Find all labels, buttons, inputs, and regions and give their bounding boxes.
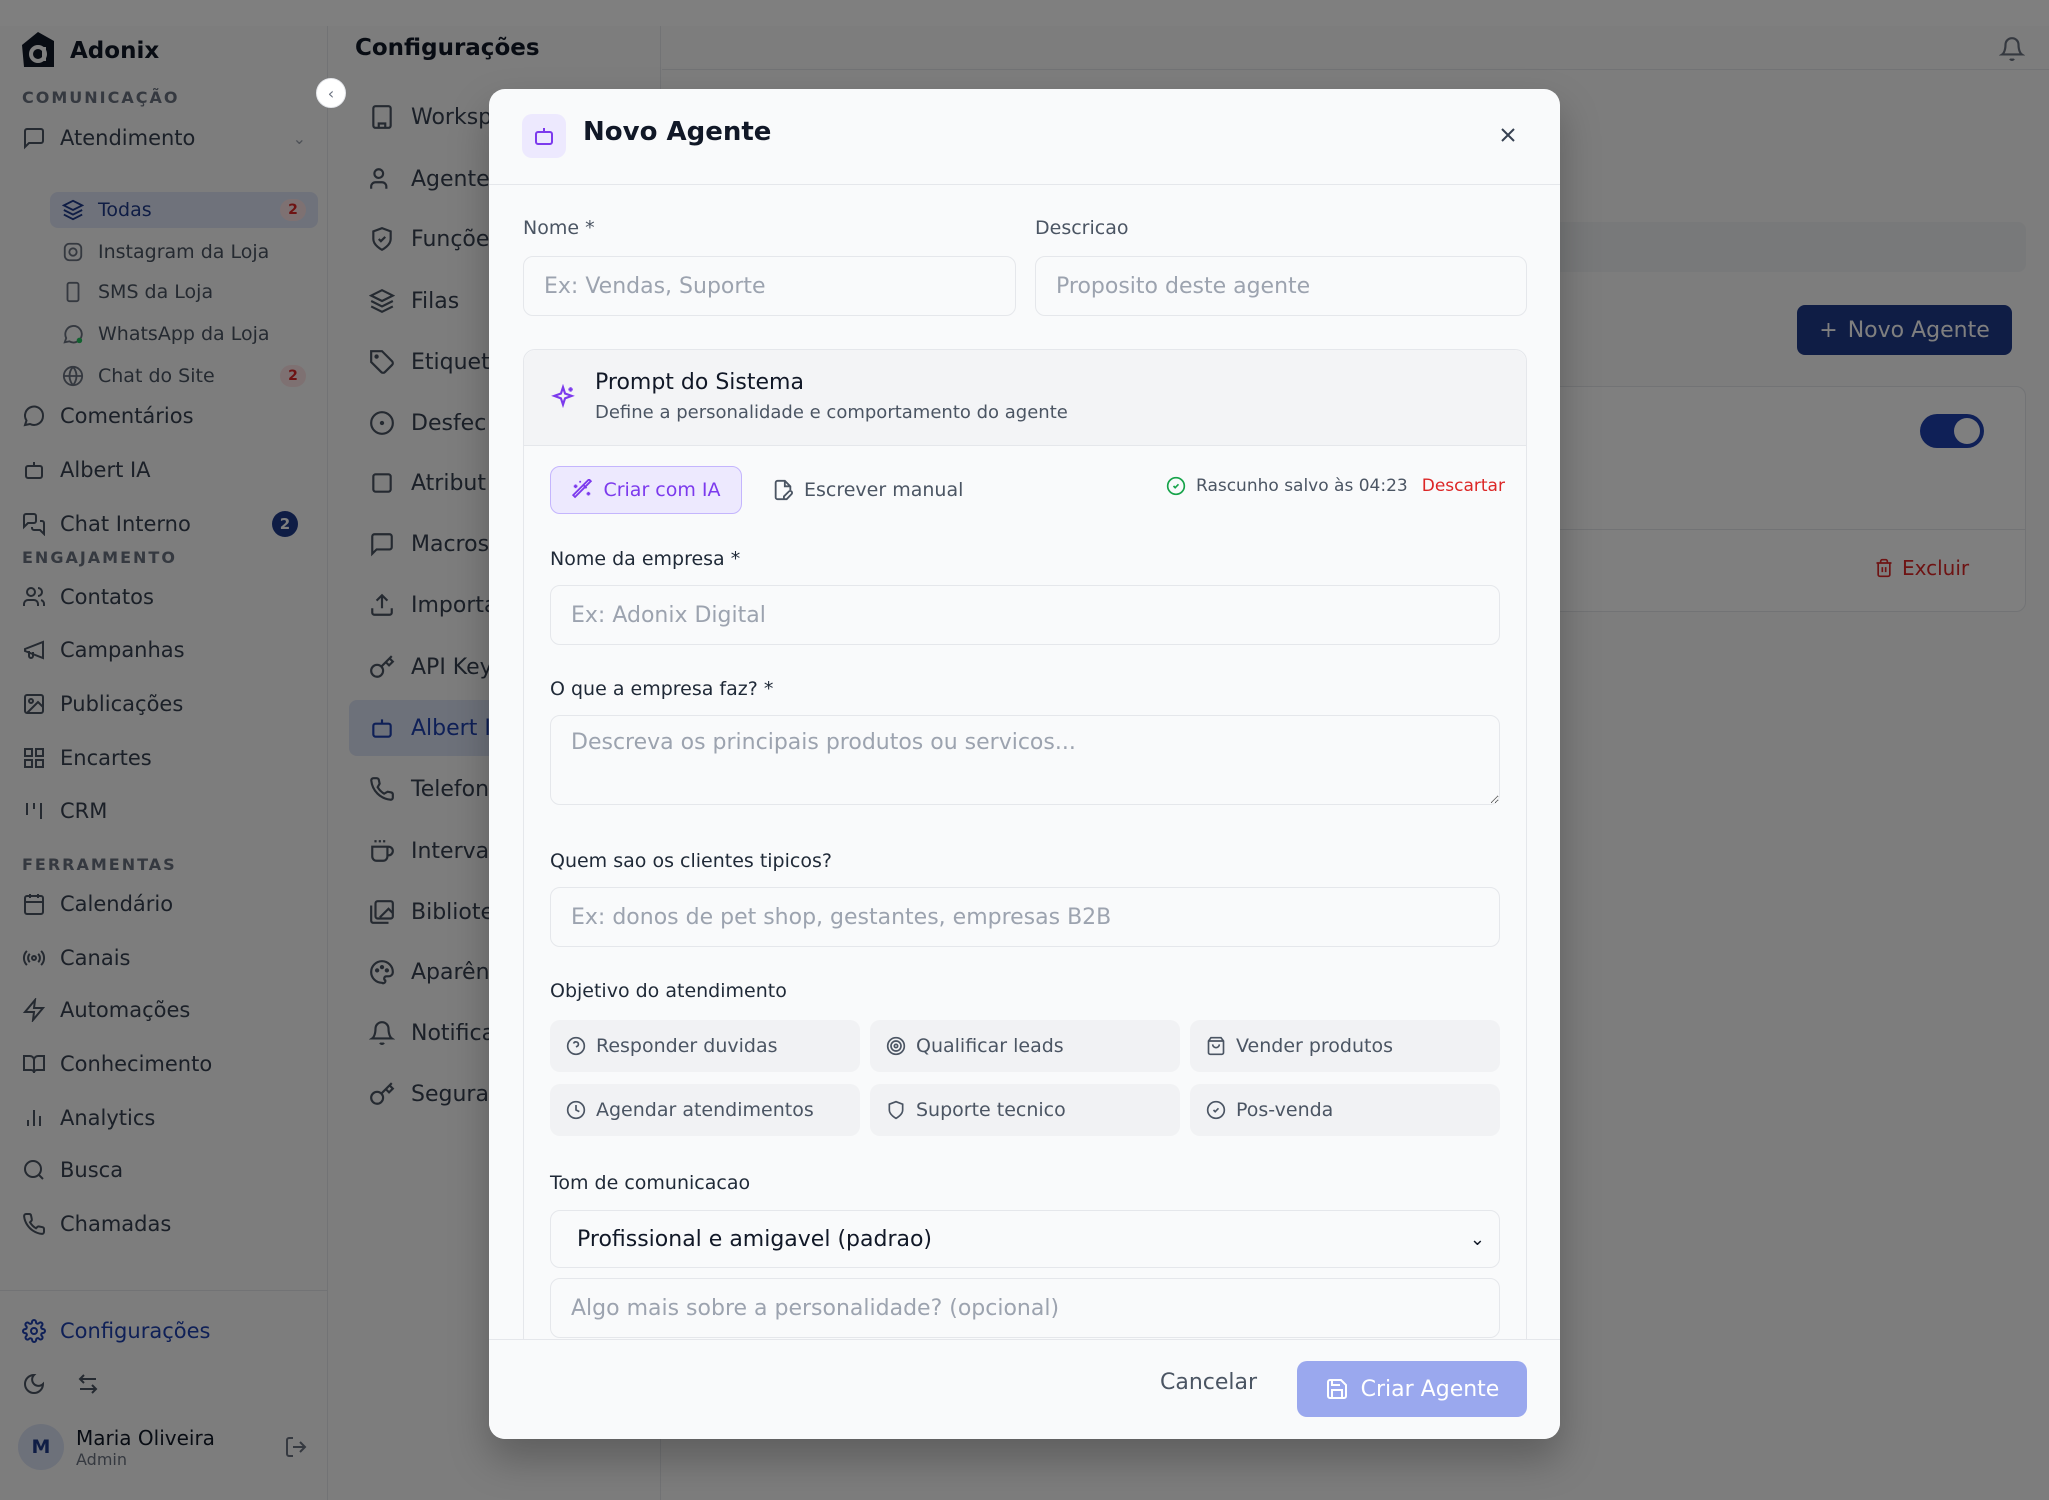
chevron-down-icon: ⌄ <box>1469 1228 1485 1250</box>
goal-agendar-atendimentos[interactable]: Agendar atendimentos <box>550 1084 860 1136</box>
check-circle-icon <box>1166 476 1186 496</box>
nome-label: Nome * <box>523 217 595 239</box>
goal-label: Pos-venda <box>1236 1099 1334 1121</box>
modal-title: Novo Agente <box>583 117 772 147</box>
clientes-label: Quem sao os clientes tipicos? <box>550 850 832 872</box>
clock-icon <box>566 1100 586 1120</box>
modal-header: Novo Agente <box>489 89 1560 185</box>
descricao-input[interactable] <box>1035 256 1527 316</box>
button-label: Criar Agente <box>1360 1376 1500 1402</box>
criar-agente-button[interactable]: Criar Agente <box>1297 1361 1527 1417</box>
check-circle-icon <box>1206 1100 1226 1120</box>
modal-footer: Cancelar Criar Agente <box>489 1339 1560 1439</box>
goal-pos-venda[interactable]: Pos-venda <box>1190 1084 1500 1136</box>
descricao-label: Descricao <box>1035 217 1129 239</box>
tab-label: Criar com IA <box>603 479 721 501</box>
tab-escrever-manual[interactable]: Escrever manual <box>772 466 963 514</box>
descartar-link[interactable]: Descartar <box>1422 476 1505 496</box>
prompt-header: Prompt do Sistema Define a personalidade… <box>524 350 1526 446</box>
goal-label: Responder duvidas <box>596 1035 778 1057</box>
collapse-sidebar-button[interactable]: ‹ <box>316 78 346 108</box>
file-pen-icon <box>774 479 793 501</box>
clientes-input[interactable] <box>550 887 1500 947</box>
bot-icon <box>522 114 566 158</box>
tom-label: Tom de comunicacao <box>550 1172 751 1194</box>
empresa-input[interactable] <box>550 585 1500 645</box>
wand-icon <box>572 479 593 499</box>
goal-label: Vender produtos <box>1236 1035 1394 1057</box>
shopping-bag-icon <box>1207 1036 1225 1056</box>
objetivo-label: Objetivo do atendimento <box>550 980 787 1002</box>
prompt-section: Prompt do Sistema Define a personalidade… <box>523 349 1527 1439</box>
sparkles-icon <box>551 384 575 409</box>
nome-input[interactable] <box>523 256 1016 316</box>
prompt-subtitle: Define a personalidade e comportamento d… <box>595 402 1068 423</box>
save-icon <box>1326 1379 1347 1399</box>
shield-icon <box>888 1100 904 1120</box>
tom-value: Profissional e amigavel (padrao) <box>577 1226 933 1252</box>
target-icon <box>886 1036 906 1056</box>
help-circle-icon <box>566 1036 586 1056</box>
goal-responder-duvidas[interactable]: Responder duvidas <box>550 1020 860 1072</box>
goal-label: Suporte tecnico <box>916 1099 1066 1121</box>
goal-suporte-tecnico[interactable]: Suporte tecnico <box>870 1084 1180 1136</box>
personalidade-input[interactable] <box>550 1278 1500 1338</box>
goal-vender-produtos[interactable]: Vender produtos <box>1190 1020 1500 1072</box>
prompt-title: Prompt do Sistema <box>595 370 804 395</box>
close-icon[interactable] <box>1496 123 1520 147</box>
tab-criar-com-ia[interactable]: Criar com IA <box>550 466 742 514</box>
faz-textarea[interactable] <box>550 715 1500 805</box>
empresa-label: Nome da empresa * <box>550 548 741 570</box>
tom-select[interactable]: Profissional e amigavel (padrao) ⌄ <box>550 1210 1500 1268</box>
novo-agente-modal: Novo Agente Nome * Descricao Prompt do S… <box>489 89 1560 1439</box>
tab-label: Escrever manual <box>804 479 964 501</box>
goal-qualificar-leads[interactable]: Qualificar leads <box>870 1020 1180 1072</box>
faz-label: O que a empresa faz? * <box>550 678 774 700</box>
goal-label: Qualificar leads <box>916 1035 1064 1057</box>
goal-label: Agendar atendimentos <box>596 1099 814 1121</box>
cancel-button[interactable]: Cancelar <box>1160 1370 1257 1395</box>
draft-text: Rascunho salvo às 04:23 <box>1196 476 1408 496</box>
chevron-left-icon: ‹ <box>327 83 335 103</box>
draft-status: Rascunho salvo às 04:23 Descartar <box>1166 476 1505 496</box>
